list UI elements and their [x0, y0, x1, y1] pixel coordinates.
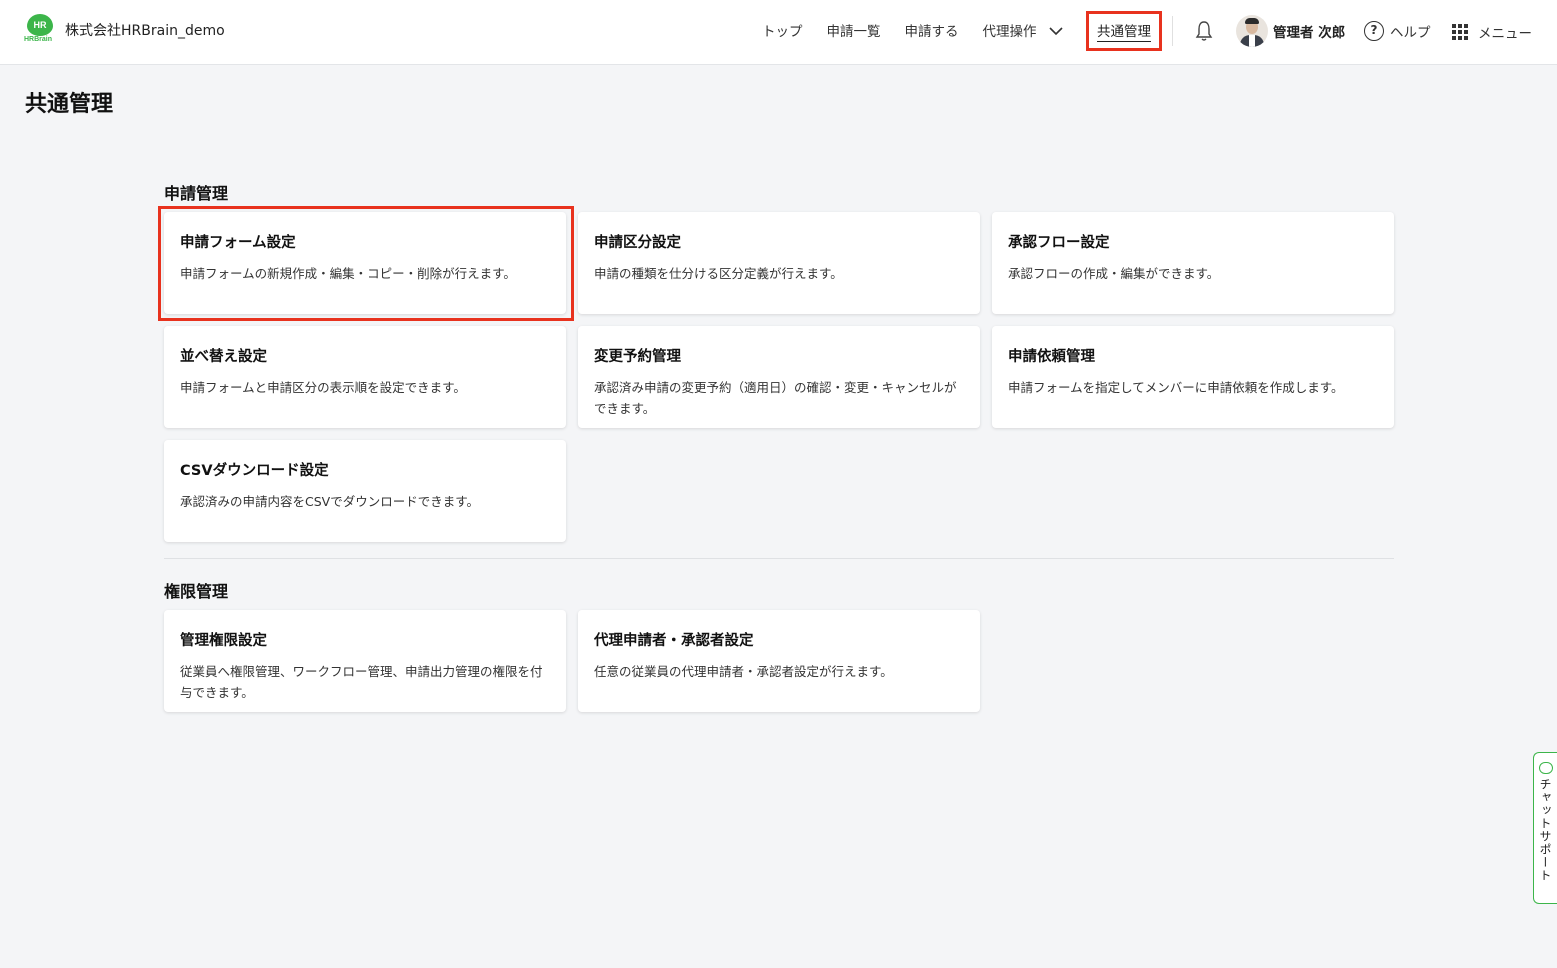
bell-icon[interactable]: [1195, 20, 1213, 46]
chevron-down-icon: [1049, 24, 1063, 40]
card-sort-order-settings[interactable]: 並べ替え設定 申請フォームと申請区分の表示順を設定できます。: [164, 326, 566, 428]
card-description: 承認済み申請の変更予約（適用日）の確認・変更・キャンセルができます。: [594, 380, 957, 416]
card-title: 管理権限設定: [180, 633, 267, 649]
card-application-request-management[interactable]: 申請依頼管理 申請フォームを指定してメンバーに申請依頼を作成します。: [992, 326, 1394, 428]
avatar: [1236, 15, 1268, 47]
nav-top[interactable]: トップ: [762, 20, 803, 40]
page-title: 共通管理: [25, 92, 114, 117]
card-csv-download-settings[interactable]: CSVダウンロード設定 承認済みの申請内容をCSVでダウンロードできます。: [164, 440, 566, 542]
card-admin-permission-settings[interactable]: 管理権限設定 従業員へ権限管理、ワークフロー管理、申請出力管理の権限を付与できま…: [164, 610, 566, 712]
card-change-reservation-management[interactable]: 変更予約管理 承認済み申請の変更予約（適用日）の確認・変更・キャンセルができます…: [578, 326, 980, 428]
logo-wordmark: HRBrain: [24, 36, 53, 43]
nav-proxy-operation[interactable]: 代理操作: [983, 20, 1063, 40]
card-application-form-settings[interactable]: 申請フォーム設定 申請フォームの新規作成・編集・コピー・削除が行えます。: [164, 212, 566, 314]
grid-icon: [1452, 24, 1468, 40]
company-name: 株式会社HRBrain_demo: [65, 23, 225, 39]
card-description: 承認フローの作成・編集ができます。: [1008, 266, 1220, 281]
nav-apply[interactable]: 申請する: [905, 20, 959, 40]
card-description: 任意の従業員の代理申請者・承認者設定が行えます。: [594, 664, 893, 679]
card-description: 従業員へ権限管理、ワークフロー管理、申請出力管理の権限を付与できます。: [180, 664, 543, 700]
section-title-application-management: 申請管理: [164, 184, 229, 203]
nav-common-management-label: 共通管理: [1097, 20, 1151, 42]
card-approval-flow-settings[interactable]: 承認フロー設定 承認フローの作成・編集ができます。: [992, 212, 1394, 314]
card-title: 並べ替え設定: [180, 349, 267, 365]
card-description: 申請の種類を仕分ける区分定義が行えます。: [594, 266, 843, 281]
header-divider: [1172, 16, 1173, 46]
section-title-permission-management: 権限管理: [164, 582, 229, 601]
card-application-category-settings[interactable]: 申請区分設定 申請の種類を仕分ける区分定義が行えます。: [578, 212, 980, 314]
top-header: HR HRBrain 株式会社HRBrain_demo トップ 申請一覧 申請す…: [0, 0, 1557, 65]
nav-proxy-operation-label: 代理操作: [982, 24, 1037, 40]
card-title: 変更予約管理: [594, 349, 681, 365]
nav-common-management[interactable]: 共通管理: [1086, 11, 1162, 51]
card-title: 申請フォーム設定: [180, 235, 296, 251]
main-nav: トップ 申請一覧 申請する 代理操作: [762, 20, 1087, 40]
user-name: 管理者 次郎: [1273, 25, 1346, 41]
question-icon: ?: [1364, 21, 1384, 41]
menu-label: メニュー: [1478, 26, 1532, 42]
card-proxy-applicant-approver-settings[interactable]: 代理申請者・承認者設定 任意の従業員の代理申請者・承認者設定が行えます。: [578, 610, 980, 712]
help-button[interactable]: ? ヘルプ: [1364, 21, 1431, 41]
chat-bubble-icon: [1538, 762, 1553, 774]
card-title: 代理申請者・承認者設定: [594, 633, 754, 649]
card-description: 申請フォームを指定してメンバーに申請依頼を作成します。: [1008, 380, 1344, 395]
chat-support-label: チャットサポート: [1538, 778, 1552, 882]
section-divider: [164, 558, 1394, 559]
card-description: 申請フォームの新規作成・編集・コピー・削除が行えます。: [180, 266, 516, 281]
card-title: 承認フロー設定: [1008, 235, 1110, 251]
nav-application-list[interactable]: 申請一覧: [827, 20, 881, 40]
logo-mark: HR: [27, 14, 53, 36]
brand[interactable]: HR HRBrain 株式会社HRBrain_demo: [24, 14, 225, 46]
hrbrain-logo[interactable]: HR HRBrain: [24, 14, 56, 46]
menu-button[interactable]: メニュー: [1452, 22, 1532, 42]
card-description: 承認済みの申請内容をCSVでダウンロードできます。: [180, 494, 479, 509]
help-label: ヘルプ: [1390, 25, 1431, 41]
card-title: 申請区分設定: [594, 235, 681, 251]
user-menu[interactable]: 管理者 次郎: [1236, 15, 1345, 47]
chat-support-tab[interactable]: チャットサポート: [1533, 752, 1557, 904]
card-title: CSVダウンロード設定: [180, 463, 329, 479]
card-description: 申請フォームと申請区分の表示順を設定できます。: [180, 380, 466, 395]
card-title: 申請依頼管理: [1008, 349, 1095, 365]
